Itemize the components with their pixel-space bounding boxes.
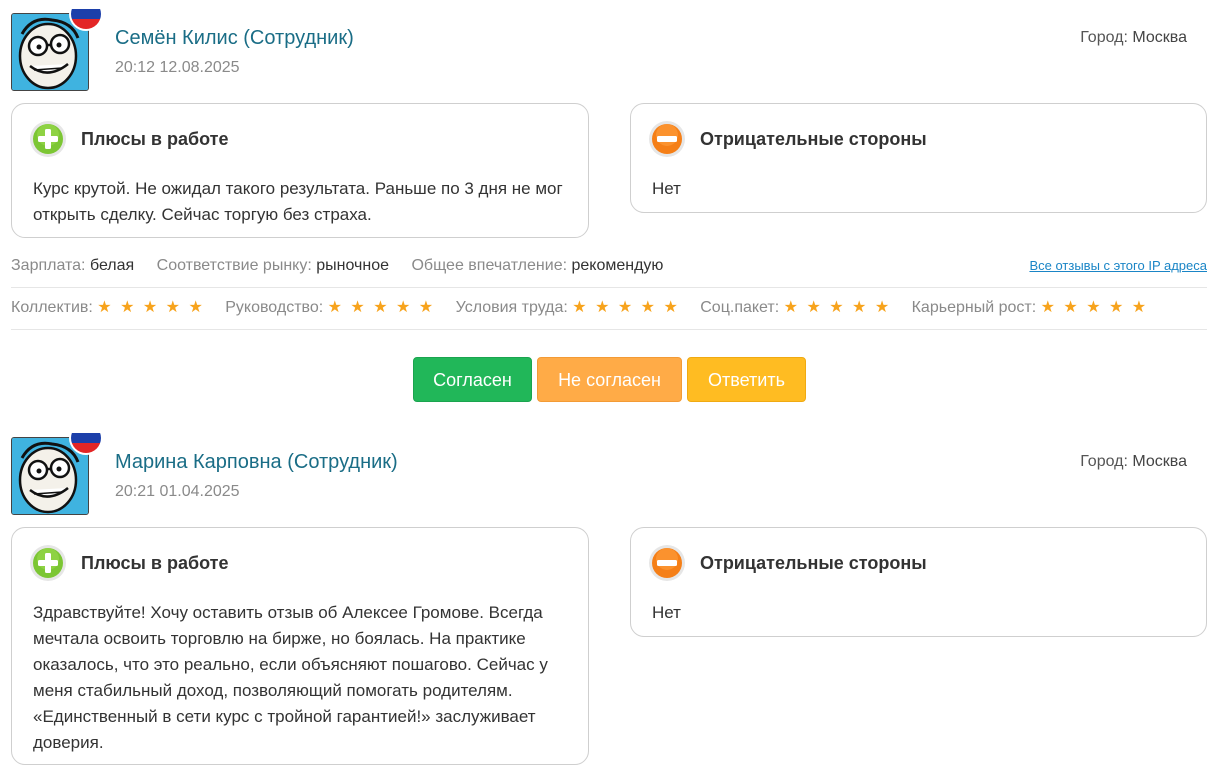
star-rating: ★ ★ ★ ★ ★ <box>783 299 892 316</box>
ip-reviews-link[interactable]: Все отзывы с этого IP адреса <box>1029 251 1207 281</box>
plus-circle-icon <box>30 121 66 157</box>
pros-title: Плюсы в работе <box>81 129 229 149</box>
rating-label: Условия труда: <box>455 299 568 316</box>
rating-social: Соц.пакет: ★ ★ ★ ★ ★ <box>700 292 891 324</box>
rating-label: Соц.пакет: <box>700 299 780 316</box>
star-rating: ★ ★ ★ ★ ★ <box>572 299 680 316</box>
review-city: Город: Москва <box>1080 29 1187 47</box>
city-label: Город: <box>1080 453 1128 470</box>
market-label: Соответствие рынку: <box>156 257 312 274</box>
cons-text: Нет <box>652 603 681 622</box>
review-date: 20:21 01.04.2025 <box>115 483 240 500</box>
russia-flag-icon <box>71 0 101 29</box>
cons-box: Отрицательные стороны Нет <box>630 527 1207 637</box>
disagree-button[interactable]: Не согласен <box>537 357 682 402</box>
review-city: Город: Москва <box>1080 453 1187 471</box>
market-value: рыночное <box>316 257 389 274</box>
reply-button[interactable]: Ответить <box>687 357 806 402</box>
pros-title: Плюсы в работе <box>81 553 229 573</box>
city-value: Москва <box>1132 453 1187 470</box>
cons-text: Нет <box>652 179 681 198</box>
minus-circle-icon <box>649 121 685 157</box>
cons-title: Отрицательные стороны <box>700 129 927 149</box>
ratings-row: Коллектив: ★ ★ ★ ★ ★ Руководство: ★ ★ ★ … <box>11 292 1207 330</box>
rating-label: Коллектив: <box>11 299 93 316</box>
salary-value: белая <box>89 257 135 274</box>
star-rating: ★ ★ ★ ★ ★ <box>327 299 436 316</box>
cons-box: Отрицательные стороны Нет <box>630 103 1207 213</box>
rating-career: Карьерный рост: ★ ★ ★ ★ ★ <box>912 292 1149 324</box>
agree-button[interactable]: Согласен <box>413 357 532 402</box>
minus-circle-icon <box>649 545 685 581</box>
rating-team: Коллектив: ★ ★ ★ ★ ★ <box>11 292 205 324</box>
city-label: Город: <box>1080 29 1128 46</box>
salary-label: Зарплата: <box>11 257 86 274</box>
rating-management: Руководство: ★ ★ ★ ★ ★ <box>225 292 435 324</box>
pros-box: Плюсы в работе Здравствуйте! Хочу остави… <box>11 527 589 765</box>
rating-conditions: Условия труда: ★ ★ ★ ★ ★ <box>456 292 680 324</box>
city-value: Москва <box>1132 29 1187 46</box>
rating-label: Карьерный рост: <box>911 299 1037 316</box>
pros-text: Курс крутой. Не ожидал такого результата… <box>33 179 563 224</box>
russia-flag-icon <box>71 423 101 453</box>
rating-label: Руководство: <box>225 299 324 316</box>
review-card: Семён Килис (Сотрудник) 20:12 12.08.2025… <box>0 0 1215 411</box>
impression-value: рекомендую <box>571 257 664 274</box>
review-date: 20:12 12.08.2025 <box>115 59 240 76</box>
review-card: Марина Карповна (Сотрудник) 20:21 01.04.… <box>0 423 1215 771</box>
review-meta: Зарплата: белая Соответствие рынку: рыно… <box>11 251 1207 288</box>
plus-circle-icon <box>30 545 66 581</box>
cons-title: Отрицательные стороны <box>700 553 927 573</box>
star-rating: ★ ★ ★ ★ ★ <box>97 299 205 316</box>
pros-text: Здравствуйте! Хочу оставить отзыв об Але… <box>33 603 548 752</box>
pros-box: Плюсы в работе Курс крутой. Не ожидал та… <box>11 103 589 238</box>
star-rating: ★ ★ ★ ★ ★ <box>1040 299 1149 316</box>
impression-label: Общее впечатление: <box>411 257 568 274</box>
reviewer-name[interactable]: Семён Килис (Сотрудник) <box>115 27 354 50</box>
reviewer-name[interactable]: Марина Карповна (Сотрудник) <box>115 451 398 474</box>
